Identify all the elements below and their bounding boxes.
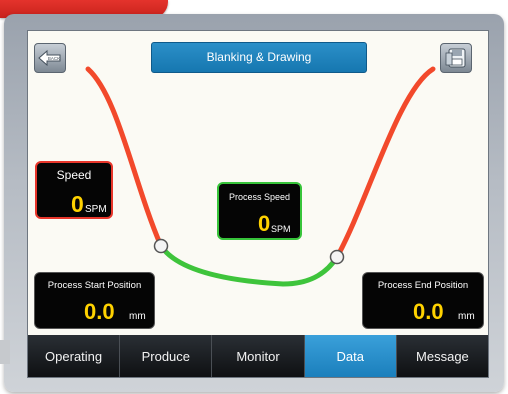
speed-label: Speed (56, 168, 92, 182)
process-start-unit: mm (129, 311, 146, 322)
speed-value: 0 (71, 191, 84, 217)
tab-message[interactable]: Message (396, 335, 488, 377)
bezel-side-strip (0, 340, 10, 364)
bottom-tab-bar: Operating Produce Monitor Data Message (28, 335, 488, 377)
process-speed-unit: SPM (271, 224, 291, 234)
process-end-readout: Process End Position 0.0 mm (362, 272, 484, 329)
speed-readout: Speed 0 SPM (35, 161, 113, 219)
process-start-value: 0.0 (84, 299, 115, 324)
hmi-screen: BACK Blanking & Drawing Speed 0 SPM Proc… (27, 30, 489, 378)
process-speed-label: Process Speed (228, 192, 291, 202)
process-end-value: 0.0 (413, 299, 444, 324)
process-start-marker (153, 238, 169, 254)
page-title: Blanking & Drawing (151, 42, 367, 73)
back-button[interactable]: BACK (34, 43, 66, 73)
tab-produce[interactable]: Produce (120, 335, 213, 377)
save-disk-icon (445, 48, 466, 68)
tab-data[interactable]: Data (304, 335, 397, 377)
tab-operating[interactable]: Operating (28, 335, 121, 377)
process-speed-value: 0 (258, 211, 271, 236)
svg-text:BACK: BACK (48, 56, 60, 61)
curve-process-segment (158, 243, 340, 287)
process-speed-readout: Process Speed 0 SPM (217, 182, 302, 240)
speed-unit: SPM (85, 204, 107, 215)
back-arrow-icon: BACK (38, 49, 61, 67)
curve-return-segment (334, 66, 436, 260)
process-start-readout: Process Start Position 0.0 mm (34, 272, 155, 329)
save-button[interactable] (440, 43, 472, 73)
tab-monitor[interactable]: Monitor (212, 335, 305, 377)
process-start-label: Process Start Position (47, 280, 142, 291)
process-end-unit: mm (458, 311, 475, 322)
process-end-label: Process End Position (377, 280, 469, 291)
process-end-marker (329, 249, 345, 265)
curve-approach-segment (85, 66, 164, 249)
